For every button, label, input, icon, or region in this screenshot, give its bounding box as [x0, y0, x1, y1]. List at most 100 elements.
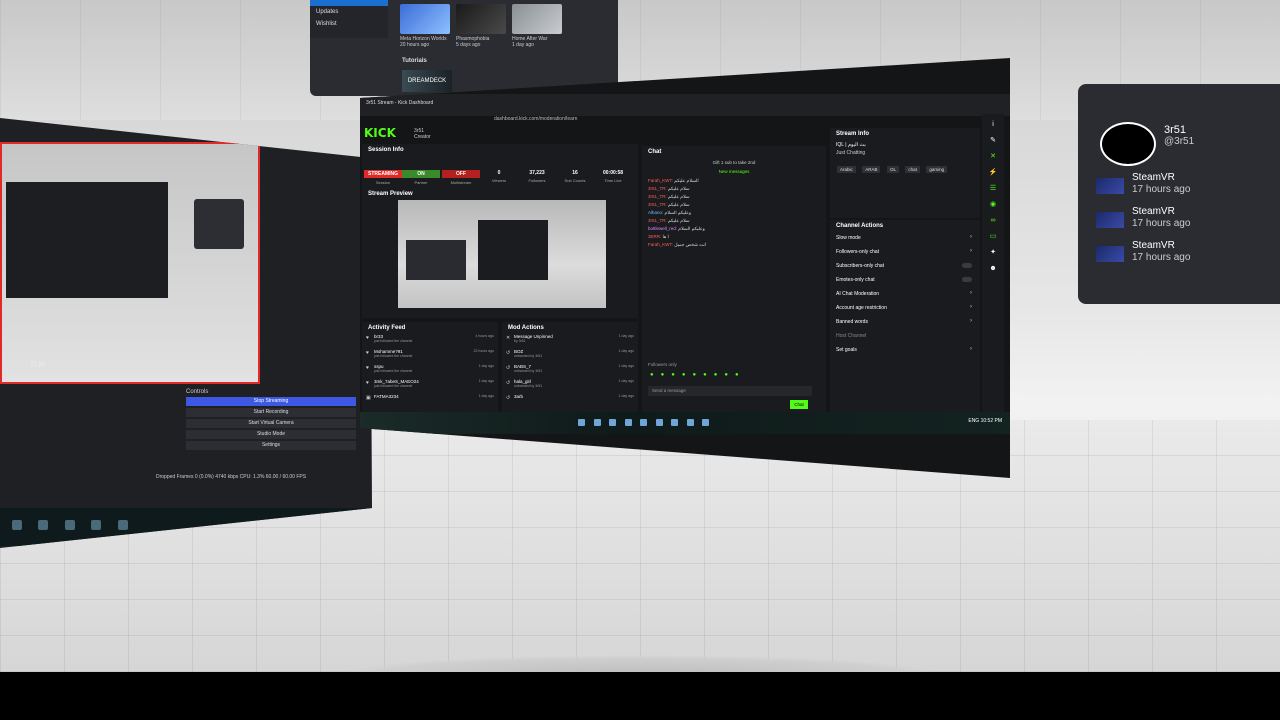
banned-words-row[interactable]: Banned words › — [830, 316, 980, 330]
new-messages-divider[interactable]: New messages — [642, 169, 826, 174]
taskbar-app-icon[interactable] — [117, 520, 128, 530]
stream-tag: chat — [905, 166, 920, 173]
activity-desc: just followed the channel — [374, 354, 413, 358]
notification-title: SteamVR — [1132, 206, 1175, 217]
sidebar-item-updates[interactable]: Updates — [310, 6, 388, 18]
pinned-message[interactable]: Gift 1 sub to take 2nd — [648, 160, 820, 165]
chat-message: Farah_KWT: انت شخص جميل — [648, 242, 820, 248]
send-chat-button[interactable]: Chat — [790, 400, 808, 409]
mod-item: ↺ BOZ unbanned by 3r51 1 day ago — [502, 349, 638, 364]
stat-label: Viewers — [491, 178, 507, 183]
lightning-icon[interactable]: ⚡ — [988, 168, 998, 178]
mod-action[interactable]: 3arb — [514, 394, 523, 399]
stream-preview-video[interactable] — [398, 200, 606, 308]
game-date: 5 days ago — [456, 42, 481, 48]
chat-username[interactable]: 3ERR: — [648, 234, 661, 239]
taskbar-app-icon[interactable] — [91, 520, 102, 530]
emote-bar[interactable]: ●●●●●●●●● — [650, 372, 746, 378]
stat-label: Session — [375, 180, 391, 185]
letterbox-bar — [0, 672, 1280, 720]
link-icon[interactable]: ∞ — [988, 216, 998, 226]
chevron-right-icon: › — [970, 290, 972, 296]
chat-username[interactable]: 3r51_TR: — [648, 194, 667, 199]
mod-desc: by 3r51 — [514, 339, 526, 343]
game-tile-home-after-war[interactable] — [512, 4, 562, 34]
notification-item[interactable]: SteamVR 17 hours ago — [1096, 240, 1276, 274]
taskbar-lang: ENG — [968, 418, 980, 424]
taskbar-app-icon[interactable] — [671, 419, 679, 426]
start-virtual-camera-button[interactable]: Start Virtual Camera — [186, 419, 356, 428]
taskbar-app-icon[interactable] — [624, 419, 632, 426]
set-goals-row[interactable]: Set goals › — [830, 344, 980, 358]
stop-streaming-button[interactable]: Stop Streaming — [186, 397, 356, 406]
taskbar-app-icon[interactable] — [640, 419, 648, 426]
taskbar-app-icon[interactable] — [64, 520, 75, 530]
sidebar-item-wishlist[interactable]: Wishlist — [310, 18, 388, 30]
subscribers-only-toggle[interactable] — [962, 263, 972, 268]
game-tile-phasmophobia[interactable] — [456, 4, 506, 34]
channel-switcher[interactable]: 3r51 Creator — [414, 128, 431, 140]
activity-desc: just followed the channel — [374, 384, 413, 388]
subscribers-only-row[interactable]: Subscribers-only chat — [830, 260, 980, 274]
browser-chrome — [360, 94, 1010, 116]
taskbar-app-icon[interactable] — [655, 419, 663, 426]
tutorial-tile[interactable]: DREAMDECK — [402, 70, 452, 92]
mod-desc: unbanned by 3r51 — [514, 384, 543, 388]
emotes-only-row[interactable]: Emotes-only chat — [830, 274, 980, 288]
settings-button[interactable]: Settings — [186, 441, 356, 450]
stream-title: IQL | بث اليوم — [836, 142, 866, 148]
chevron-right-icon: › — [970, 248, 972, 254]
taskbar-app-icon[interactable] — [686, 419, 694, 426]
chat-username[interactable]: bottlewell_red: — [648, 226, 677, 231]
chat-username[interactable]: 3r51_TR: — [648, 202, 667, 207]
followers-only-row[interactable]: Followers-only chat › — [830, 246, 980, 260]
game-tile-meta-horizon[interactable] — [400, 4, 450, 34]
pencil-icon[interactable]: ✎ — [988, 136, 998, 146]
address-bar[interactable]: dashboard.kick.com/moderation/learn — [494, 116, 794, 126]
avatar[interactable] — [1100, 122, 1156, 166]
account-age-row[interactable]: Account age restriction › — [830, 302, 980, 316]
vr-environment: Updates Wishlist Meta Horizon Worlds 20 … — [0, 0, 1280, 672]
stat-value: STREAMING — [364, 170, 402, 178]
start-icon[interactable] — [578, 419, 586, 426]
emotes-only-toggle[interactable] — [962, 277, 972, 282]
chat-message: Farah_KWT: السلام عليكم — [648, 178, 820, 184]
notification-item[interactable]: SteamVR 17 hours ago — [1096, 172, 1276, 206]
obs-status-bar: Dropped Frames 0 (0.0%) 4740 kbps CPU: 1… — [156, 474, 307, 480]
chat-input[interactable]: Send a message — [648, 386, 812, 396]
activity-user[interactable]: FATMA3234 — [374, 394, 399, 399]
monitor-icon[interactable]: ▭ — [988, 232, 998, 242]
chat-text: وعليكم السلام — [678, 226, 705, 231]
chat-message: 3ERR: ا ها — [648, 234, 820, 240]
users-icon[interactable]: ☻ — [988, 264, 998, 274]
close-icon[interactable]: ✕ — [988, 152, 998, 162]
notification-item[interactable]: SteamVR 17 hours ago — [1096, 206, 1276, 240]
channel-actions-title: Channel Actions — [836, 223, 884, 229]
chat-username[interactable]: Farah_KWT: — [648, 242, 673, 247]
host-channel-row[interactable]: Host Channel — [830, 330, 980, 344]
taskbar-clock[interactable]: ENG 10:52 PM — [968, 418, 1002, 424]
chat-username[interactable]: 3r51_TR: — [648, 186, 667, 191]
taskbar-app-icon[interactable] — [702, 419, 710, 426]
slow-mode-row[interactable]: Slow mode › — [830, 232, 980, 246]
list-icon[interactable]: ☰ — [988, 184, 998, 194]
wrench-icon[interactable]: ✦ — [988, 248, 998, 258]
start-recording-button[interactable]: Start Recording — [186, 408, 356, 417]
taskbar-app-icon[interactable] — [609, 419, 617, 426]
kick-logo[interactable]: KICK — [364, 126, 396, 140]
chat-username[interactable]: Farah_KWT: — [648, 178, 673, 183]
browser-tab[interactable]: 3r51 Stream - Kick Dashboard — [366, 100, 433, 106]
chat-username[interactable]: 3r51_TR: — [648, 218, 667, 223]
search-icon[interactable] — [593, 419, 601, 426]
mod-time: 1 day ago — [618, 364, 634, 368]
mod-time: 1 day ago — [618, 349, 634, 353]
mod-item: ↺ 3arb 1 day ago — [502, 394, 638, 409]
taskbar-app-icon[interactable] — [12, 520, 22, 530]
ai-moderation-row[interactable]: AI Chat Moderation › — [830, 288, 980, 302]
studio-mode-button[interactable]: Studio Mode — [186, 430, 356, 439]
chat-bubble-icon[interactable]: ◉ — [988, 200, 998, 210]
stream-info-pane: Stream Info IQL | بث اليوم Just Chatting… — [830, 128, 980, 218]
info-icon[interactable]: i — [988, 120, 998, 130]
chat-username[interactable]: Albano: — [648, 210, 663, 215]
taskbar-app-icon[interactable] — [38, 520, 49, 530]
